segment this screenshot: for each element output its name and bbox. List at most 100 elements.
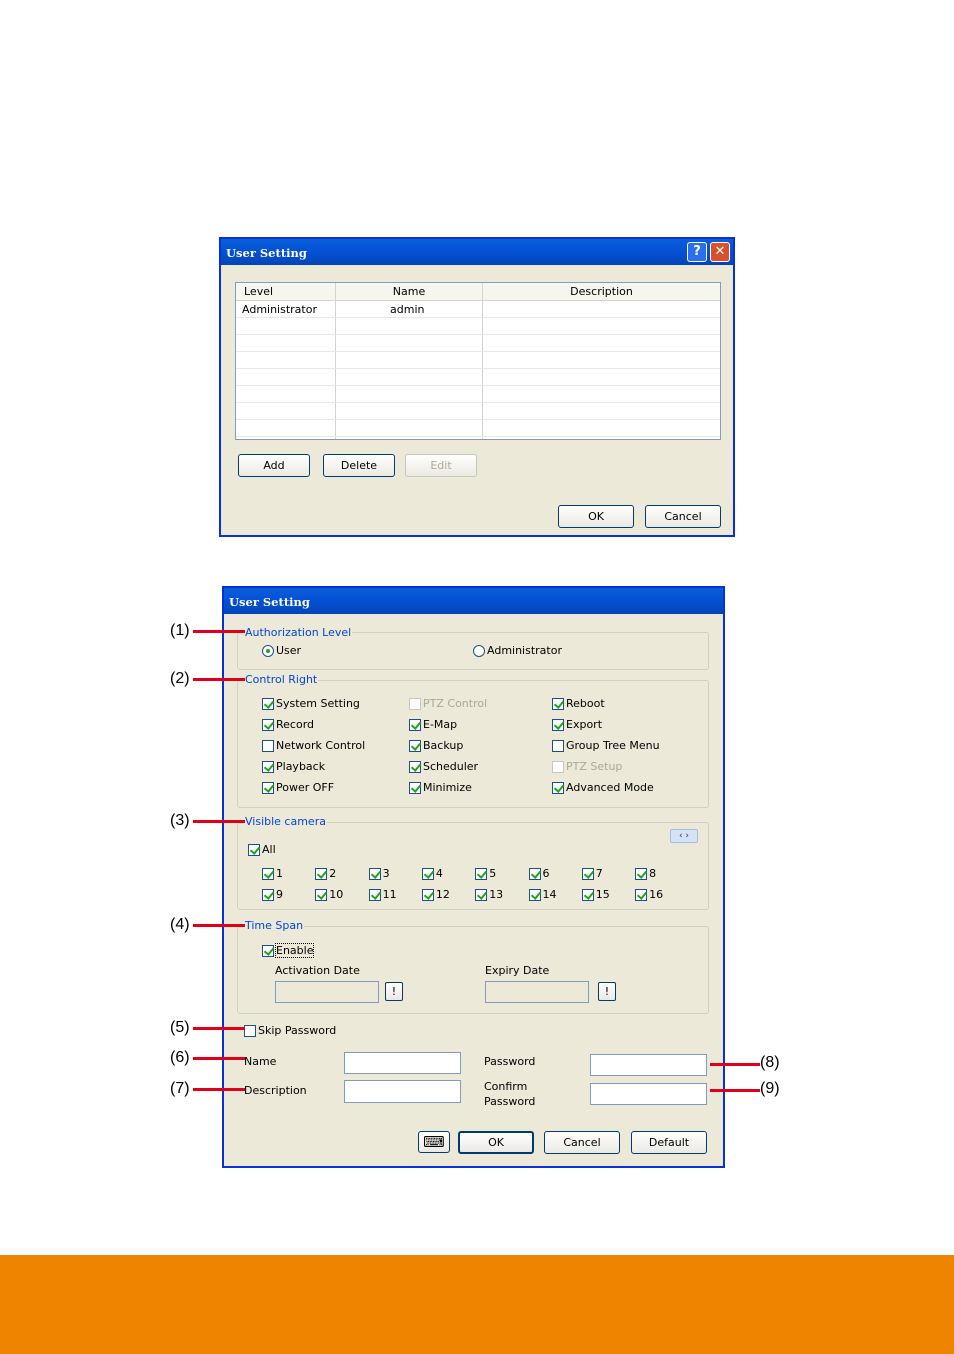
scheduler-checkbox[interactable]: Scheduler	[409, 760, 478, 773]
export-checkbox[interactable]: Export	[552, 718, 602, 731]
record-checkbox[interactable]: Record	[262, 718, 314, 731]
annotation-line	[193, 678, 245, 681]
ptz-control-checkbox[interactable]: PTZ Control	[409, 697, 487, 710]
table-row[interactable]	[236, 369, 720, 386]
dialog-title-bar: User Setting ? ✕	[221, 239, 733, 265]
user-radio[interactable]: User	[262, 644, 301, 657]
checkbox-label: PTZ Setup	[566, 760, 623, 773]
table-row[interactable]	[236, 318, 720, 335]
checkbox-indicator	[581, 867, 594, 880]
camera-checkbox[interactable]: 5	[475, 867, 496, 880]
dialog-title: User Setting	[226, 246, 307, 260]
checkbox-label: 8	[649, 867, 657, 880]
checkbox-indicator	[262, 760, 274, 773]
description-input[interactable]	[344, 1080, 461, 1103]
checkbox-label: 2	[329, 867, 337, 880]
camera-checkbox[interactable]: 3	[368, 867, 390, 880]
name-label: Name	[244, 1055, 277, 1068]
delete-button[interactable]: Delete	[323, 454, 395, 477]
power-off-checkbox[interactable]: Power OFF	[262, 781, 334, 794]
playback-checkbox[interactable]: Playback	[262, 760, 325, 773]
checkbox-label: Record	[276, 718, 315, 731]
all-cameras-checkbox[interactable]: All	[248, 843, 276, 856]
annotation-9: (9)	[760, 1080, 780, 1097]
camera-checkbox[interactable]: 13	[475, 888, 503, 901]
enable-checkbox[interactable]: Enable	[262, 943, 315, 958]
close-button[interactable]: ✕	[710, 242, 730, 262]
minimize-checkbox[interactable]: Minimize	[409, 781, 472, 794]
ok-button[interactable]: OK	[558, 505, 634, 528]
activation-date-label: Activation Date	[275, 964, 360, 977]
activation-date-input[interactable]	[275, 981, 379, 1003]
checkbox-indicator	[552, 760, 564, 773]
network-control-checkbox[interactable]: Network Control	[262, 739, 365, 752]
column-header-description[interactable]: Description	[483, 285, 720, 298]
table-row[interactable]: Administrator admin	[236, 301, 720, 318]
camera-checkbox[interactable]: 9	[262, 888, 283, 901]
activation-date-picker-button[interactable]: !	[385, 982, 403, 1001]
cancel-button[interactable]: Cancel	[544, 1131, 620, 1154]
keyboard-button[interactable]: ⌨	[418, 1131, 450, 1153]
advanced-mode-checkbox[interactable]: Advanced Mode	[552, 781, 654, 794]
table-row[interactable]	[236, 420, 720, 437]
camera-checkbox[interactable]: 12	[421, 888, 450, 901]
cancel-button[interactable]: Cancel	[645, 505, 721, 528]
camera-checkbox[interactable]: 2	[315, 867, 336, 880]
camera-checkbox[interactable]: 11	[368, 888, 397, 901]
checkbox-label: Power OFF	[276, 781, 335, 794]
table-row[interactable]	[236, 352, 720, 369]
checkbox-label: E-Map	[423, 718, 458, 731]
camera-checkbox[interactable]: 1	[262, 867, 283, 880]
add-button[interactable]: Add	[238, 454, 310, 477]
camera-checkbox[interactable]: 16	[635, 888, 663, 901]
ok-button[interactable]: OK	[458, 1131, 534, 1154]
checkbox-indicator	[409, 718, 421, 731]
checkbox-indicator	[262, 739, 274, 752]
emap-checkbox[interactable]: E-Map	[409, 718, 457, 731]
ptz-setup-checkbox[interactable]: PTZ Setup	[552, 760, 622, 773]
camera-checkbox[interactable]: 4	[421, 867, 443, 880]
checkbox-indicator	[528, 867, 541, 880]
administrator-radio[interactable]: Administrator	[473, 644, 562, 657]
column-header-name[interactable]: Name	[336, 285, 482, 298]
table-row[interactable]	[236, 403, 720, 420]
default-button[interactable]: Default	[631, 1131, 707, 1154]
system-setting-checkbox[interactable]: System Setting	[262, 697, 360, 710]
reboot-checkbox[interactable]: Reboot	[552, 697, 605, 710]
annotation-line	[193, 1027, 245, 1030]
group-tree-menu-checkbox[interactable]: Group Tree Menu	[552, 739, 660, 752]
backup-checkbox[interactable]: Backup	[409, 739, 463, 752]
checkbox-label: PTZ Control	[423, 697, 488, 710]
camera-checkbox[interactable]: 14	[528, 888, 557, 901]
checkbox-label: 15	[595, 888, 610, 901]
camera-scroll-arrows[interactable]: ‹ ›	[670, 829, 698, 843]
checkbox-indicator	[635, 888, 648, 901]
confirm-password-input[interactable]	[590, 1083, 707, 1105]
checkbox-indicator	[409, 760, 421, 773]
dialog-title: User Setting	[229, 595, 310, 609]
name-input[interactable]	[344, 1052, 461, 1074]
camera-checkbox[interactable]: 7	[581, 867, 603, 880]
camera-checkbox[interactable]: 15	[581, 888, 610, 901]
checkbox-indicator	[409, 697, 421, 710]
camera-checkbox[interactable]: 8	[635, 867, 656, 880]
table-row[interactable]	[236, 386, 720, 403]
annotation-line	[193, 1057, 245, 1060]
skip-password-checkbox[interactable]: Skip Password	[244, 1024, 336, 1037]
checkbox-label: 7	[595, 867, 603, 880]
password-input[interactable]	[590, 1054, 707, 1076]
user-setting-dialog-list: User Setting ? ✕ Level Name Description …	[219, 237, 735, 537]
camera-checkbox[interactable]: 6	[528, 867, 550, 880]
help-button[interactable]: ?	[687, 242, 707, 262]
annotation-4: (4)	[170, 916, 190, 933]
column-header-level[interactable]: Level	[244, 285, 273, 298]
expiry-date-input[interactable]	[485, 981, 589, 1003]
annotation-7: (7)	[170, 1080, 190, 1097]
edit-button[interactable]: Edit	[405, 454, 477, 477]
expiry-date-picker-button[interactable]: !	[598, 982, 616, 1001]
visible-camera-label: Visible camera	[244, 815, 327, 828]
camera-checkbox[interactable]: 10	[315, 888, 343, 901]
table-row[interactable]	[236, 335, 720, 352]
user-list-table[interactable]: Level Name Description Administrator adm…	[235, 282, 721, 440]
annotation-1: (1)	[170, 622, 190, 639]
